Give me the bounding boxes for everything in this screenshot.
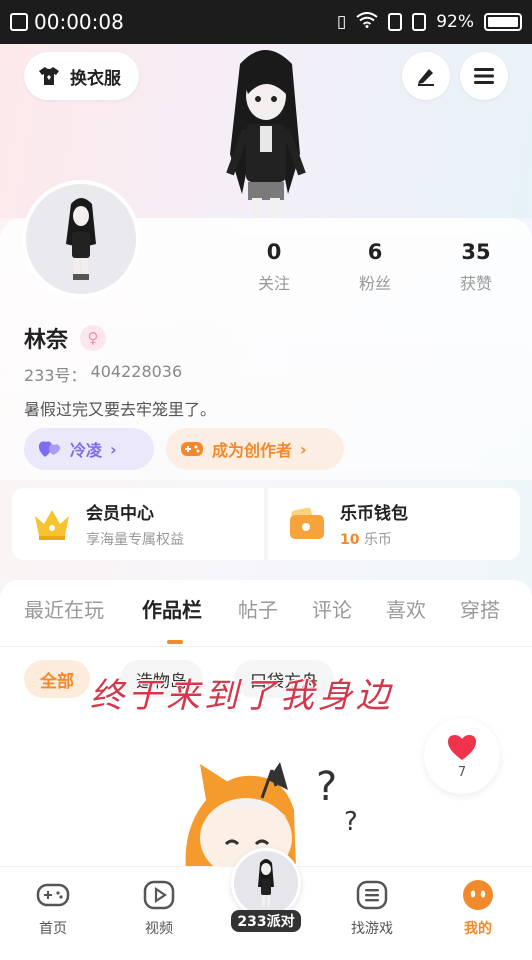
stat-likes[interactable]: 35 获赞 — [436, 240, 516, 294]
like-button[interactable]: 7 — [424, 718, 500, 794]
profile-screen: 00:00:08 ▯ 92% 换衣服 0 关注 6 粉丝 35 获赞 林奈 ♀ … — [0, 0, 532, 960]
like-count: 7 — [457, 764, 467, 780]
nav-me[interactable]: 我的 — [438, 878, 518, 938]
tab-outfits[interactable]: 穿搭 — [460, 594, 500, 623]
stat-following-value: 0 — [266, 240, 282, 264]
user-id[interactable]: 233号： 404228036 — [24, 362, 182, 386]
stat-fans[interactable]: 6 粉丝 — [335, 240, 415, 294]
stat-likes-label: 获赞 — [459, 274, 492, 293]
vip-center-card[interactable]: 会员中心 享海量专属权益 — [12, 488, 264, 560]
hamburger-menu-icon — [474, 68, 494, 84]
tab-likes[interactable]: 喜欢 — [386, 594, 426, 623]
question-mark-icon: ? — [344, 807, 358, 837]
party-label: 233派对 — [231, 910, 301, 932]
wallet-amount: 10 — [340, 532, 360, 548]
play-icon — [143, 880, 175, 910]
battery-percent: 92% — [436, 12, 474, 32]
female-icon: ♀ — [80, 325, 107, 351]
stat-fans-value: 6 — [367, 240, 383, 264]
question-mark-icon: ? — [316, 764, 337, 810]
nav-me-label: 我的 — [464, 921, 492, 937]
username: 林奈 — [24, 328, 69, 353]
nav-video-label: 视频 — [145, 921, 173, 937]
stat-following[interactable]: 0 关注 — [234, 240, 314, 294]
sim1-icon — [388, 13, 403, 31]
username-row: 林奈 ♀ — [24, 322, 107, 354]
controller-icon — [181, 442, 203, 456]
wallet-icon — [290, 507, 324, 539]
pencil-icon — [418, 69, 434, 86]
tab-works[interactable]: 作品栏 — [142, 594, 202, 623]
heart-icon — [448, 734, 476, 760]
wardrobe-label: 换衣服 — [70, 68, 121, 89]
creator-label: 成为创作者 — [212, 441, 293, 460]
nav-party[interactable]: 233派对 — [230, 848, 302, 938]
friends-label: 冷凌 — [70, 441, 103, 460]
stat-following-label: 关注 — [257, 274, 290, 293]
status-bar: 00:00:08 ▯ 92% — [0, 0, 532, 44]
party-avatar-figure — [258, 859, 274, 907]
tab-comments[interactable]: 评论 — [312, 594, 352, 623]
stat-fans-label: 粉丝 — [358, 274, 391, 293]
tab-posts[interactable]: 帖子 — [238, 594, 278, 623]
vip-title: 会员中心 — [86, 504, 154, 524]
user-bio: 暑假过完又要去牢笼里了。 — [24, 400, 217, 419]
sim2-icon — [412, 13, 427, 31]
battery-icon — [484, 13, 522, 31]
nav-home-label: 首页 — [39, 921, 67, 937]
wallet-card[interactable]: 乐币钱包 10 乐币 — [268, 488, 520, 560]
edit-profile-button[interactable] — [402, 52, 450, 100]
tab-recent[interactable]: 最近在玩 — [24, 594, 104, 623]
screen-record-icon — [10, 13, 28, 31]
crown-icon — [35, 510, 69, 540]
face-icon — [463, 880, 493, 910]
shirt-icon — [39, 67, 59, 85]
friends-button[interactable]: 冷凌 › — [24, 428, 154, 470]
user-id-label: 233号： — [24, 366, 87, 385]
gamepad-icon — [36, 883, 70, 907]
nav-home[interactable]: 首页 — [13, 878, 93, 938]
avatar-portrait — [66, 198, 96, 280]
nav-video[interactable]: 视频 — [119, 878, 199, 938]
list-icon — [356, 880, 388, 910]
wallet-title: 乐币钱包 — [340, 504, 408, 524]
stat-likes-value: 35 — [461, 240, 491, 264]
active-tab-indicator — [167, 640, 183, 644]
menu-button[interactable] — [460, 52, 508, 100]
nav-find-games-label: 找游戏 — [351, 921, 393, 937]
vip-subtitle: 享海量专属权益 — [86, 532, 184, 548]
nav-find-games[interactable]: 找游戏 — [332, 878, 412, 938]
tab-divider — [0, 646, 532, 647]
double-heart-icon — [38, 441, 61, 457]
status-time: 00:00:08 — [34, 10, 124, 34]
wallet-unit: 乐币 — [363, 532, 392, 548]
chevron-right-icon: › — [110, 439, 117, 459]
profile-tabs: 最近在玩 作品栏 帖子 评论 喜欢 穿搭 — [0, 594, 532, 634]
chevron-right-icon: › — [300, 439, 307, 459]
filter-all[interactable]: 全部 — [24, 660, 90, 698]
become-creator-button[interactable]: 成为创作者 › — [166, 428, 344, 470]
avatar-character-figure[interactable] — [200, 44, 330, 219]
video-caption-overlay: 终于来到了我身边 — [90, 676, 394, 716]
wardrobe-button[interactable]: 换衣服 — [24, 52, 139, 100]
vibrate-icon: ▯ — [336, 12, 347, 32]
user-id-value: 404228036 — [90, 362, 183, 381]
party-avatar — [231, 848, 301, 918]
avatar[interactable] — [22, 180, 140, 298]
wifi-icon — [356, 11, 378, 33]
